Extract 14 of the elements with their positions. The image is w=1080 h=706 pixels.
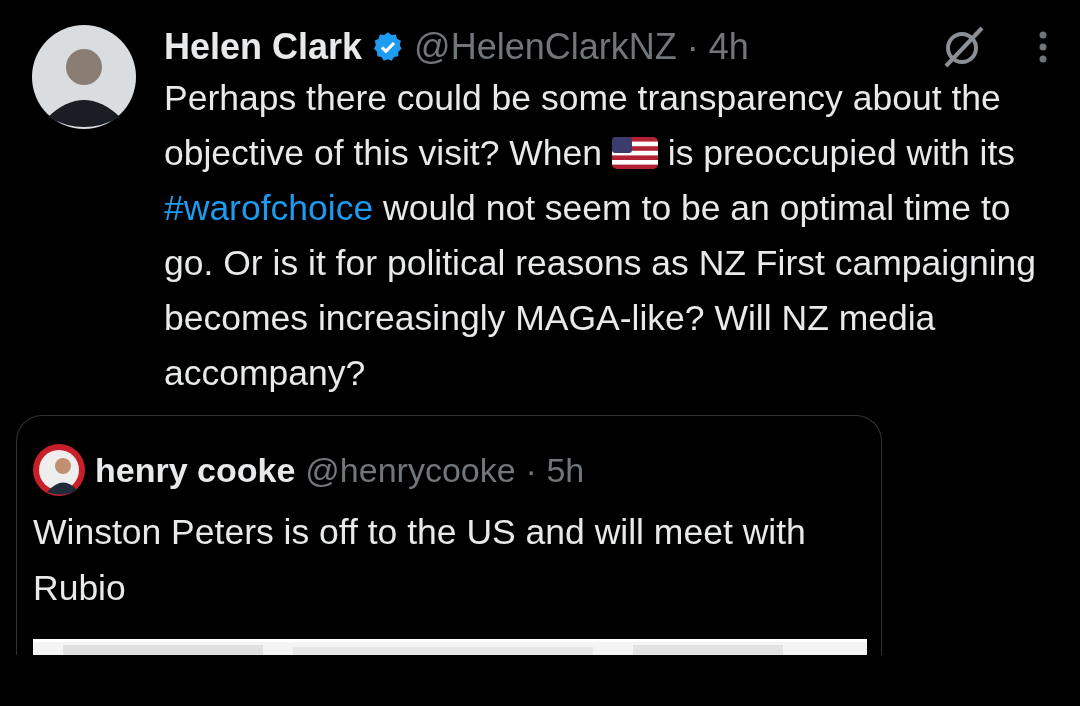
quoted-author-name[interactable]: henry cooke xyxy=(95,450,296,490)
quoted-author-handle[interactable]: @henrycooke xyxy=(305,450,516,490)
post-text: Perhaps there could be some transparency about the objective of this visit? When is preoccupied with its #warofchoice would not seem to be an optimal time to go. Or is it for political reasons as NZ First campaigning becomes increasingly MAGA-like? Will NZ media accompany? xyxy=(164,77,1038,395)
avatar[interactable] xyxy=(32,25,136,129)
quoted-post-card[interactable]: henry cooke @henrycooke · 5h Winston Peters is off to the US and will meet with Rubio xyxy=(16,415,882,655)
more-options-icon[interactable] xyxy=(1038,30,1048,64)
flag-icon xyxy=(611,137,658,169)
quoted-post-text: Winston Peters is off to the US and will meet with Rubio xyxy=(33,511,807,610)
author-name[interactable]: Helen Clark xyxy=(164,26,363,68)
hashtag-link[interactable]: #warofchoice xyxy=(164,188,374,228)
post-time[interactable]: · 4h xyxy=(686,26,749,68)
avatar[interactable] xyxy=(33,444,85,496)
quoted-post-time[interactable]: · 5h xyxy=(525,450,585,490)
author-handle[interactable]: @HelenClarkNZ xyxy=(414,26,677,68)
